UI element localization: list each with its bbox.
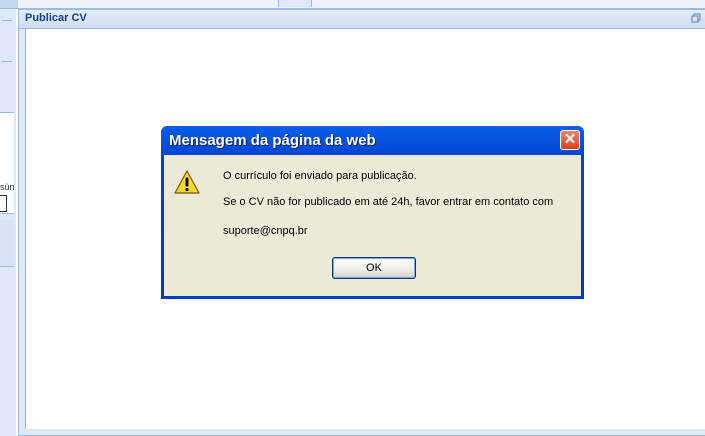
background-input-field[interactable] — [0, 195, 7, 212]
background-left-section — [0, 220, 14, 267]
dialog-title: Mensagem da página da web — [169, 132, 376, 149]
background-field-label: sün — [0, 182, 14, 192]
background-top-tab[interactable] — [278, 0, 312, 7]
panel-header: Publicar CV — [19, 10, 705, 29]
ok-button[interactable]: OK — [332, 257, 416, 279]
message-line-2: Se o CV não for publicado em até 24h, fa… — [223, 196, 554, 208]
close-button[interactable]: ✕ — [560, 130, 580, 150]
warning-icon — [174, 170, 200, 194]
background-divider — [2, 20, 12, 62]
restore-icon[interactable] — [691, 13, 701, 23]
message-line-1: O currículo foi enviado para publicação. — [223, 170, 417, 182]
dialog-body: O currículo foi enviado para publicação.… — [164, 155, 581, 296]
background-top-bar — [18, 0, 705, 9]
background-left-header — [0, 0, 20, 9]
panel-title: Publicar CV — [25, 12, 87, 24]
dialog-titlebar[interactable]: Mensagem da página da web ✕ — [164, 126, 581, 155]
background-left-frame — [0, 0, 16, 436]
message-line-3: suporte@cnpq.br — [223, 225, 308, 237]
close-icon: ✕ — [563, 131, 577, 148]
message-dialog: Mensagem da página da web ✕ O currículo … — [161, 126, 584, 299]
